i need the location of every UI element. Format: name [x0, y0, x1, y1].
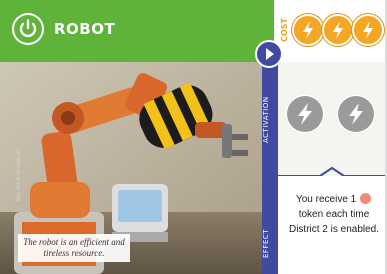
cost-label: COST: [280, 18, 289, 42]
lightning-icon: [363, 21, 373, 39]
person-token-icon: [360, 193, 371, 204]
activation-token: [336, 94, 376, 134]
card-title: ROBOT: [54, 20, 116, 38]
effect-text-before: You receive 1: [295, 194, 357, 205]
effect-text-after: token each time District 2 is enabled.: [288, 209, 380, 235]
game-card: ROBOT COST IMG: SP5 2015 1996 00 The rob…: [0, 0, 387, 274]
activation-label: ACTIVATION: [262, 96, 270, 144]
power-icon: [14, 15, 42, 43]
image-credit: IMG: SP5 2015 1996 00: [16, 150, 21, 202]
effect-text: You receive 1 token each time District 2…: [284, 192, 384, 237]
lightning-icon: [298, 103, 312, 125]
power-button[interactable]: [12, 13, 44, 45]
cost-token: [292, 14, 324, 46]
lightning-icon: [333, 21, 343, 39]
activation-token: [285, 94, 325, 134]
lightning-icon: [349, 103, 363, 125]
effect-label: EFFECT: [262, 228, 270, 258]
cost-token: [352, 14, 384, 46]
cost-token: [322, 14, 354, 46]
lightning-icon: [303, 21, 313, 39]
flavor-text: The robot is an efficient and tireless r…: [18, 234, 130, 262]
